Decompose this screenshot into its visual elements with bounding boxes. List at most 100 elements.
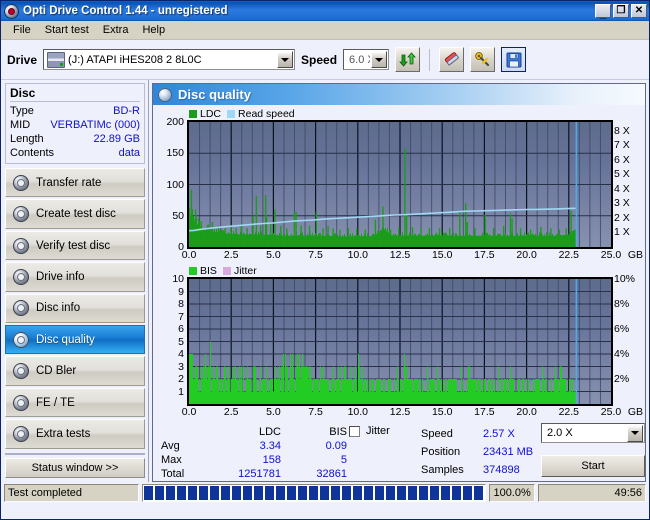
legend-label: Jitter	[233, 264, 257, 277]
legend-label: BIS	[200, 264, 217, 277]
minimize-button[interactable]: _	[595, 4, 611, 19]
legend-swatch	[189, 266, 197, 275]
y-tick-label: 50	[172, 209, 184, 222]
samples-value: 374898	[483, 464, 520, 476]
stats-ldc-value: 3.34	[259, 440, 281, 452]
readout-samples: Samples 374898	[421, 461, 533, 479]
menu-help[interactable]: Help	[135, 23, 172, 37]
test-readout: Speed 2.57 X Position 23431 MB Samples 3…	[421, 425, 533, 479]
speed-value: 6.0 X	[349, 53, 370, 66]
sidebar-item-label: Transfer rate	[36, 176, 102, 189]
status-window-button[interactable]: Status window >>	[5, 457, 145, 478]
stats-row-label: Avg	[161, 440, 180, 452]
sidebar-item-cd-bler[interactable]: CD Bler	[5, 356, 145, 386]
sidebar-item-transfer-rate[interactable]: Transfer rate	[5, 168, 145, 198]
y-tick-label-right: 8 X	[614, 124, 630, 137]
y-tick-label-right: 3 X	[614, 197, 630, 210]
progress-segment	[231, 486, 241, 500]
menu-bar: File Start test Extra Help	[1, 21, 649, 40]
maximize-button[interactable]: ❐	[613, 4, 629, 18]
main-panel: Disc quality LDC Read speed 0 50 100 150…	[149, 80, 649, 482]
sidebar-item-create-test-disc[interactable]: Create test disc	[5, 199, 145, 229]
sidebar-item-extra-tests[interactable]: Extra tests	[5, 419, 145, 449]
x-tick-label: 2.5	[223, 249, 239, 261]
jitter-toggle[interactable]: Jitter	[349, 425, 390, 437]
charts-area: LDC Read speed 0 50 100 150 200 1 X2 X3 X4 X…	[153, 105, 645, 423]
disc-quality-panel: Disc quality LDC Read speed 0 50 100 150…	[152, 83, 646, 482]
x-tick-label: 0.0	[181, 406, 197, 418]
drive-select[interactable]: (J:) ATAPI iHES208 2 8L0C	[43, 49, 296, 70]
x-tick-label: 10.0	[347, 249, 369, 261]
disc-mid-value: VERBATIMc (000)	[50, 119, 140, 131]
stats-area: LDC BIS Avg 3.34 0.09 Max 158 5 Total 12…	[153, 423, 645, 481]
menu-file[interactable]: File	[6, 23, 38, 37]
jitter-checkbox[interactable]	[349, 425, 360, 437]
progress-segment	[407, 486, 417, 500]
stats-row-total: Total 1251781 32861	[161, 467, 347, 481]
x-tick-label: 20.0	[516, 406, 537, 418]
tools-icon	[475, 52, 490, 67]
sidebar-item-fe-te[interactable]: FE / TE	[5, 387, 145, 418]
stats-bis-value: 5	[340, 454, 347, 466]
chevron-down-icon[interactable]	[627, 424, 643, 442]
chart-bis-yaxis-left: 1 2 3 4 5 6 7 8 9 10	[155, 273, 187, 406]
stats-row-label: Max	[161, 454, 182, 466]
sidebar-item-label: Disc quality	[36, 333, 95, 346]
readout-position: Position 23431 MB	[421, 443, 533, 461]
sidebar: Disc Type BD-R MID VERBATIMc (000) Lengt…	[1, 80, 149, 482]
test-speed-select[interactable]: 2.0 X	[541, 423, 645, 443]
save-button[interactable]	[501, 47, 527, 72]
y-tick-label: 4	[178, 348, 184, 360]
sidebar-item-label: Disc info	[36, 302, 81, 315]
chart-ldc-yaxis-left: 0 50 100 150 200	[155, 116, 187, 253]
sidebar-item-drive-info[interactable]: Drive info	[5, 262, 145, 292]
tools-button[interactable]	[470, 47, 496, 72]
progress-segment	[484, 486, 486, 500]
x-tick-label: 2.5	[223, 406, 239, 418]
title-bar: Opti Drive Control 1.44 - unregistered _…	[1, 1, 649, 21]
erase-button[interactable]	[439, 47, 465, 72]
chevron-down-icon[interactable]	[371, 51, 388, 68]
x-tick-label: 7.5	[308, 406, 323, 418]
progress-segment	[429, 486, 439, 500]
drive-label: Drive	[7, 52, 38, 67]
disc-icon	[13, 331, 29, 348]
progress-segment	[220, 486, 230, 500]
disc-length-label: Length	[10, 133, 44, 145]
x-tick-label: 25.0	[600, 406, 622, 418]
disc-info-box: Disc Type BD-R MID VERBATIMc (000) Lengt…	[5, 83, 145, 164]
refresh-button[interactable]	[395, 47, 421, 72]
menu-start-test[interactable]: Start test	[38, 23, 96, 37]
speed-select[interactable]: 6.0 X	[343, 49, 390, 70]
y-tick-label-right: 8%	[614, 298, 630, 310]
sidebar-item-disc-info[interactable]: Disc info	[5, 293, 145, 324]
y-tick-label-right: 6 X	[614, 153, 630, 166]
progress-segment	[396, 486, 406, 500]
menu-extra[interactable]: Extra	[96, 23, 136, 37]
y-tick-label-right: 4 X	[614, 182, 630, 195]
stats-bis-header: BIS	[329, 426, 347, 438]
progress-segment	[473, 486, 483, 500]
progress-segment	[143, 486, 153, 500]
x-tick-label: 15.0	[431, 249, 453, 261]
progress-segment	[286, 486, 296, 500]
x-tick-label: 5.0	[266, 249, 281, 261]
start-button[interactable]: Start	[541, 455, 645, 477]
progress-segment	[165, 486, 175, 500]
close-button[interactable]: ✕	[631, 4, 647, 18]
speed-readout-value: 2.57 X	[483, 428, 515, 440]
y-tick-label-right: 5 X	[614, 168, 630, 181]
sidebar-item-disc-quality[interactable]: Disc quality	[5, 325, 145, 355]
chart-ldc-xaxis: 0.0 2.5 5.0 7.5 10.0 12.5 15.0 17.5 20.0 22.5 25.0…	[155, 249, 643, 264]
speed-label: Speed	[301, 52, 338, 67]
progress-segment	[341, 486, 351, 500]
chevron-down-icon[interactable]	[277, 51, 294, 68]
x-tick-label: 25.0	[600, 249, 622, 261]
x-tick-label: 17.5	[474, 406, 495, 418]
y-tick-label: 3	[178, 360, 184, 373]
x-tick-label: 22.5	[558, 406, 580, 418]
x-tick-label: 15.0	[431, 406, 453, 418]
app-window: Opti Drive Control 1.44 - unregistered _…	[0, 0, 650, 520]
sidebar-item-verify-test-disc[interactable]: Verify test disc	[5, 230, 145, 261]
y-tick-label: 200	[166, 116, 184, 128]
